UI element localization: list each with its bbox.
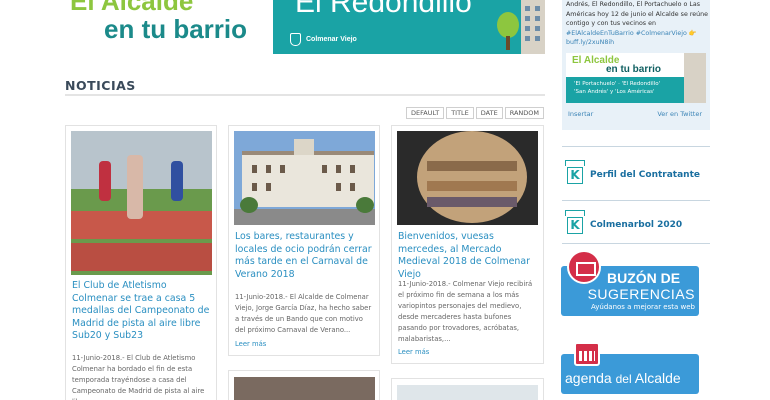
banner-line2: en tu barrio xyxy=(104,14,248,44)
buzon-caption: Ayúdanos a mejorar esta web xyxy=(590,303,695,311)
tweet-link[interactable]: buff.ly/2xuN8ih xyxy=(566,38,708,48)
agenda-del: del xyxy=(615,372,632,386)
colmenarbol-link[interactable]: K Colmenarbol 2020 xyxy=(562,208,710,242)
view-on-twitter-link[interactable]: Ver en Twitter xyxy=(657,110,702,118)
sidebar-divider xyxy=(562,243,710,244)
sidebar-divider xyxy=(562,200,710,201)
tweet-image-building xyxy=(684,53,706,103)
news-card[interactable]: El Club de Atletismo Colmenar se trae a … xyxy=(65,125,217,400)
news-card[interactable]: Los bares, restaurantes y locales de oci… xyxy=(228,125,380,356)
news-excerpt: 11-Junio-2018.- Colmenar Viejo recibirá … xyxy=(398,280,533,343)
perfil-contratante-link[interactable]: K Perfil del Contratante xyxy=(562,158,710,192)
agenda-label: agenda del Alcalde xyxy=(565,370,681,386)
tower-icon: K xyxy=(564,210,586,236)
twitter-widget: Andrés, El Redondillo, El Portachuelo o … xyxy=(562,0,710,130)
tree-illustration xyxy=(497,12,519,38)
news-excerpt: 11-Junio-2018.- El Club de Atletismo Col… xyxy=(72,354,205,400)
colmenarbol-label: Colmenarbol 2020 xyxy=(590,220,683,230)
city-crest-icon xyxy=(290,33,301,46)
buzon-subtitle: SUGERENCIAS xyxy=(587,286,695,302)
agenda-alcalde: Alcalde xyxy=(634,370,681,386)
news-title[interactable]: El Club de Atletismo Colmenar se trae a … xyxy=(72,280,212,343)
building-illustration xyxy=(521,0,545,54)
envelope-icon xyxy=(567,250,601,284)
sort-date-button[interactable]: DATE xyxy=(475,107,503,119)
tweet-hashtags[interactable]: #ElAlcaldeEnTuBarrio #ColmenarViejo 👉 xyxy=(566,30,697,37)
tweet-image-title2: en tu barrio xyxy=(606,64,662,75)
banner-city: Colmenar Viejo xyxy=(306,36,357,43)
calendar-icon xyxy=(574,342,600,366)
banner-title: El Redondillo xyxy=(295,0,472,19)
sidebar-divider xyxy=(562,146,710,147)
tweet-image-sub2: 'San Andrés' y 'Los Américas' xyxy=(574,89,655,95)
tower-icon: K xyxy=(564,160,586,186)
sort-title-button[interactable]: TITLE xyxy=(446,107,474,119)
tweet-body: Andrés, El Redondillo, El Portachuelo o … xyxy=(566,1,709,27)
redondillo-banner[interactable]: El Redondillo Colmenar Viejo xyxy=(273,0,545,54)
news-excerpt: 11-Junio-2018.- El Alcalde de Colmenar V… xyxy=(235,293,372,334)
news-title[interactable]: Los bares, restaurantes y locales de oci… xyxy=(235,231,375,281)
sort-default-button[interactable]: DEFAULT xyxy=(406,107,445,119)
agenda-alcalde-banner[interactable]: agenda del Alcalde xyxy=(561,342,699,394)
news-image[interactable] xyxy=(397,385,538,400)
twitter-insert-link[interactable]: Insertar xyxy=(568,110,593,118)
tweet-image-sub1: 'El Portachuelo' · 'El Redondillo' xyxy=(574,81,661,87)
agenda-word: agenda xyxy=(565,370,612,386)
news-image[interactable] xyxy=(234,377,375,400)
read-more-link[interactable]: Leer más xyxy=(398,348,429,356)
section-title: NOTICIAS xyxy=(65,78,136,93)
news-image[interactable] xyxy=(71,131,212,275)
tree-trunk xyxy=(506,36,510,50)
news-image[interactable] xyxy=(234,131,375,225)
perfil-label: Perfil del Contratante xyxy=(590,170,700,180)
read-more-link[interactable]: Leer más xyxy=(235,340,266,348)
alcalde-barrio-banner[interactable]: El Alcalde en tu barrio xyxy=(66,0,270,52)
section-divider xyxy=(65,94,545,96)
news-card[interactable]: Bienvenidos, vuesas mercedes, al Mercado… xyxy=(391,125,544,364)
suggestions-box-banner[interactable]: BUZÓN DE SUGERENCIAS Ayúdanos a mejorar … xyxy=(561,250,699,318)
news-image[interactable] xyxy=(397,131,538,225)
sort-bar: DEFAULT TITLE DATE RANDOM xyxy=(406,107,544,119)
sort-random-button[interactable]: RANDOM xyxy=(504,107,544,119)
news-card[interactable] xyxy=(391,378,544,400)
news-card[interactable] xyxy=(228,370,380,400)
news-title[interactable]: Bienvenidos, vuesas mercedes, al Mercado… xyxy=(398,231,540,281)
tweet-text: Andrés, El Redondillo, El Portachuelo o … xyxy=(566,0,708,48)
tweet-image[interactable]: El Alcalde en tu barrio 'El Portachuelo'… xyxy=(566,53,706,103)
buzon-title: BUZÓN DE xyxy=(607,270,681,286)
